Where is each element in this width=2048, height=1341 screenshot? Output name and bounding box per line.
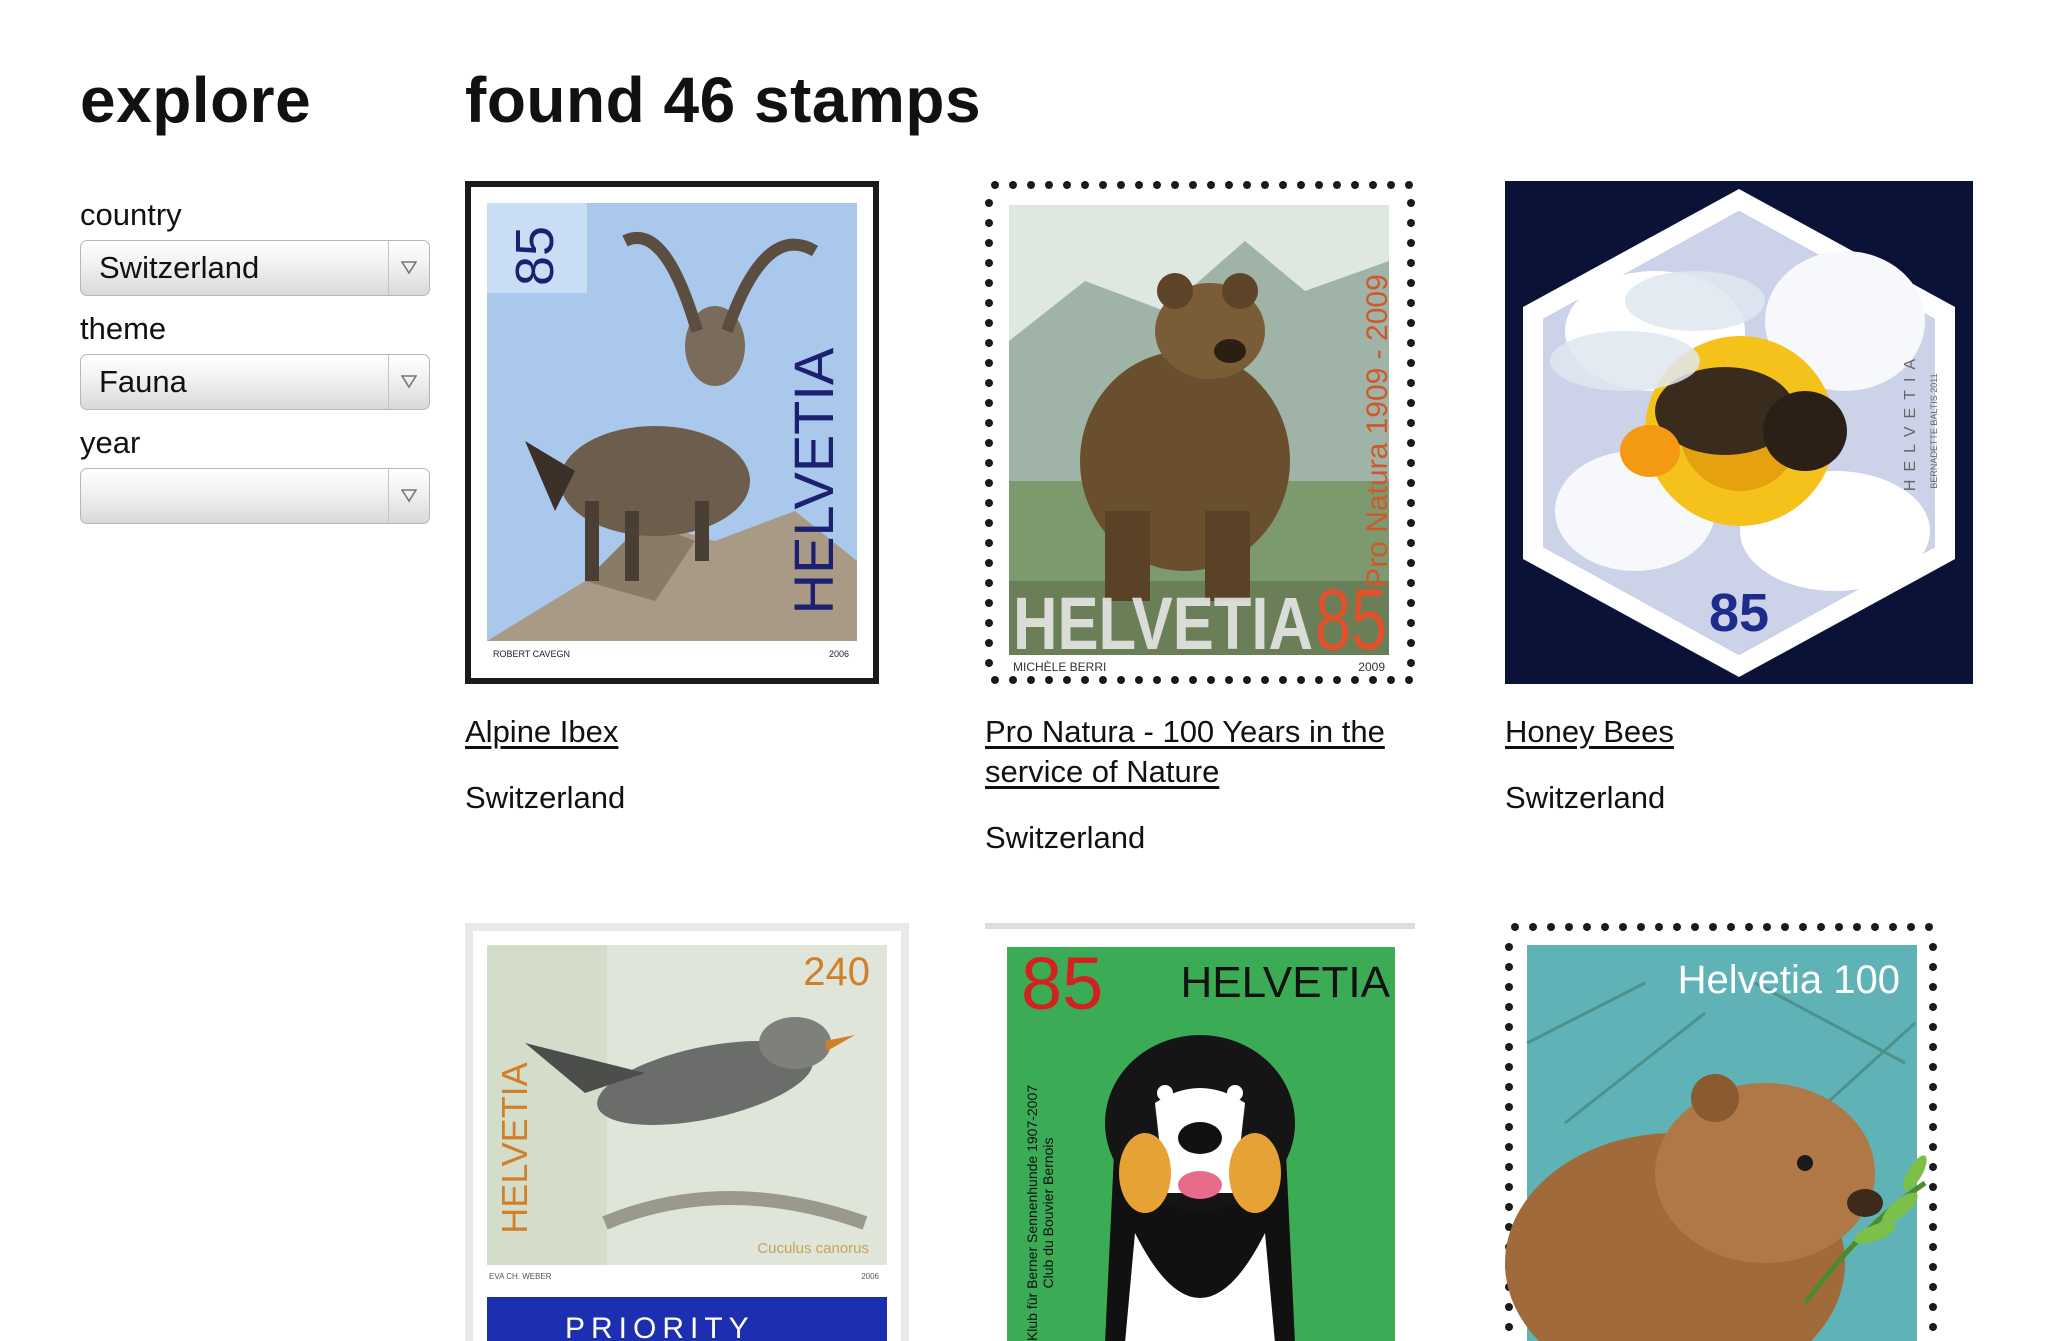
country-select[interactable]: Switzerland	[80, 240, 430, 296]
country-filter-label: country	[80, 197, 182, 232]
stamp-image-cuckoo[interactable]: 240 HELVETIA Cuculus canorus EVA CH. WEB…	[465, 923, 935, 1341]
stamp-country: Switzerland	[985, 820, 1146, 855]
stamp-artist: ROBERT CAVEGN	[493, 649, 570, 659]
results-heading: found 46 stamps	[465, 64, 982, 136]
stamp-card: 85 HELVETIA Klub für Berner Sennenhunde …	[985, 923, 1455, 1341]
stamp-brand: HELVETIA	[1902, 351, 1919, 491]
stamp-value: 85	[505, 226, 565, 286]
stamp-title-link[interactable]: Alpine Ibex	[465, 712, 935, 752]
theme-filter-label: theme	[80, 311, 167, 346]
stamp-card: 85 HELVETIA BERNADETTE BALTIS 2011 Honey…	[1505, 181, 1975, 818]
year-filter-label: year	[80, 425, 141, 460]
stamp-caption: Alpine Ibex Switzerland	[465, 712, 935, 818]
stamp-image-bee[interactable]: 85 HELVETIA BERNADETTE BALTIS 2011	[1505, 181, 1975, 684]
stamp-image-bear[interactable]: HELVETIA 85 Pro Natura 1909 - 2009 MICHÈ…	[985, 181, 1455, 684]
chevron-down-icon	[388, 241, 429, 295]
filter-sidebar: explore country Switzerland theme Fauna …	[80, 60, 440, 538]
stamp-brand: HELVETIA	[782, 347, 845, 614]
stamp-value: Helvetia 100	[1678, 958, 1900, 1002]
stamp-image-dog[interactable]: 85 HELVETIA Klub für Berner Sennenhunde …	[985, 923, 1455, 1341]
stamp-value: 85	[1709, 583, 1769, 643]
stamp-image-ibex[interactable]: 85 HELVETIA ROBERT CAVEGN 2006	[465, 181, 935, 684]
stamp-side-text: Klub für Berner Sennenhunde 1907-2007	[1024, 1085, 1040, 1341]
stamp-caption: Pro Natura - 100 Years in the service of…	[985, 712, 1455, 858]
stamp-brand: HELVETIA	[1013, 582, 1313, 665]
stamp-country: Switzerland	[465, 780, 626, 815]
stamp-brand: HELVETIA	[1181, 958, 1391, 1007]
stamp-title-link[interactable]: Pro Natura - 100 Years in the service of…	[985, 712, 1455, 792]
stamp-value: 85	[1021, 942, 1103, 1025]
stamp-image-beaver[interactable]: Helvetia 100	[1505, 923, 1975, 1341]
stamp-card: HELVETIA 85 Pro Natura 1909 - 2009 MICHÈ…	[985, 181, 1455, 858]
stamp-year: 2006	[829, 649, 849, 659]
stamp-label: PRIORITY	[565, 1312, 755, 1341]
chevron-down-icon	[388, 469, 429, 523]
stamp-value: 240	[803, 950, 870, 994]
stamp-year: 2006	[861, 1272, 879, 1281]
year-select[interactable]	[80, 468, 430, 524]
stamp-caption: Honey Bees Switzerland	[1505, 712, 1975, 818]
stamp-country: Switzerland	[1505, 780, 1666, 815]
stamp-artist: EVA CH. WEBER	[489, 1272, 552, 1281]
explore-page: explore country Switzerland theme Fauna …	[0, 0, 2048, 1341]
stamp-artist: MICHÈLE BERRI	[1013, 659, 1106, 674]
sidebar-title: explore	[80, 64, 312, 136]
stamp-side-text-2: Club du Bouvier Bernois	[1040, 1138, 1056, 1289]
stamp-title-link[interactable]: Honey Bees	[1505, 712, 1975, 752]
stamp-brand: HELVETIA	[494, 1062, 535, 1233]
theme-select[interactable]: Fauna	[80, 354, 430, 410]
chevron-down-icon	[388, 355, 429, 409]
stamp-artist: BERNADETTE BALTIS 2011	[1929, 373, 1939, 488]
filter-list: country Switzerland theme Fauna year	[80, 196, 440, 524]
theme-select-value: Fauna	[99, 364, 187, 399]
stamp-side-text: Pro Natura 1909 - 2009	[1361, 274, 1394, 588]
stamp-year: 2009	[1358, 660, 1385, 674]
stamp-card: 85 HELVETIA ROBERT CAVEGN 2006 Alpine Ib…	[465, 181, 935, 818]
stamp-card: Helvetia 100	[1505, 923, 1975, 1341]
stamp-latin-name: Cuculus canorus	[757, 1240, 869, 1257]
stamp-card: 240 HELVETIA Cuculus canorus EVA CH. WEB…	[465, 923, 935, 1341]
country-select-value: Switzerland	[99, 250, 260, 285]
results-area: found 46 stamps 85 HELVETIA ROBERT CAVEG…	[465, 60, 2025, 1341]
